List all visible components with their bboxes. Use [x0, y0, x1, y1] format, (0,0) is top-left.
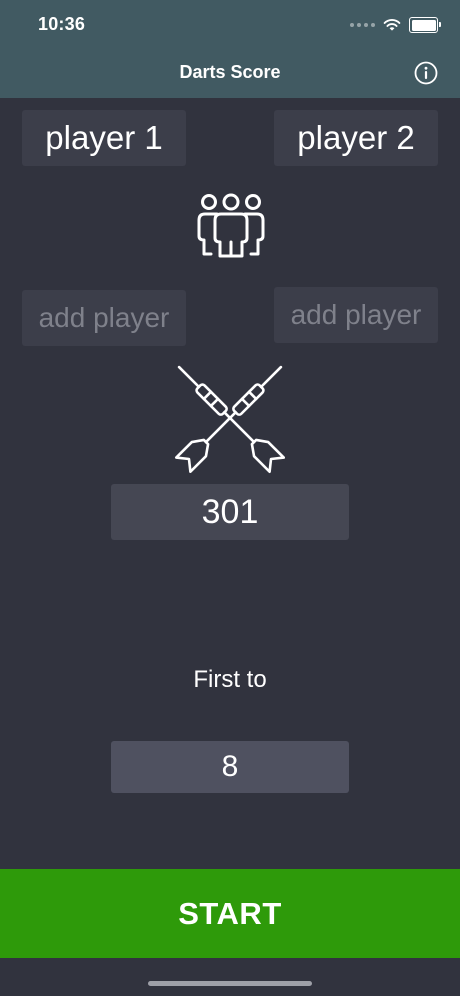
status-indicators [350, 14, 441, 36]
add-player-left-field[interactable]: add player [22, 290, 186, 346]
status-time: 10:36 [38, 14, 86, 34]
people-group-icon [197, 193, 265, 258]
signal-icon [350, 23, 375, 27]
crossed-darts-icon [174, 365, 286, 474]
first-to-selector[interactable]: 8 [111, 741, 349, 793]
home-indicator[interactable] [148, 981, 312, 986]
add-player-right-field[interactable]: add player [274, 287, 438, 343]
starting-score-selector[interactable]: 301 [111, 484, 349, 540]
start-button[interactable]: START [0, 869, 460, 958]
player-2-field[interactable]: player 2 [274, 110, 438, 166]
info-icon[interactable] [414, 61, 438, 85]
battery-icon [409, 17, 441, 33]
page-title: Darts Score [179, 62, 281, 82]
player-1-field[interactable]: player 1 [22, 110, 186, 166]
nav-bar: 10:36 Darts Score [0, 0, 460, 98]
wifi-icon [383, 19, 401, 31]
first-to-label: First to [193, 666, 267, 693]
